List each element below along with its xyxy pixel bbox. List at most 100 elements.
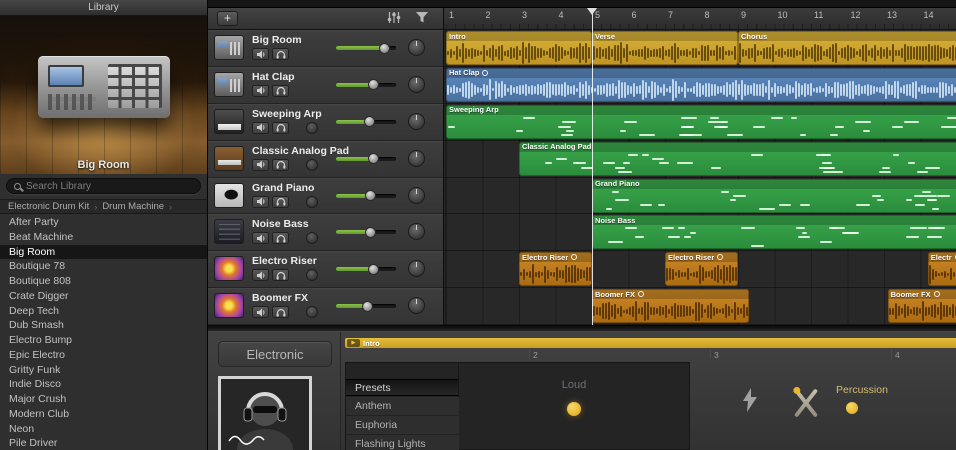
mute-button[interactable] xyxy=(252,195,269,208)
library-item[interactable]: Major Crush xyxy=(0,392,207,407)
ruler[interactable]: 1 2 3 4 5 6 7 8 9 10 11 12 13 14 xyxy=(444,8,956,30)
breadcrumb-segment[interactable]: Drum Machine xyxy=(102,201,164,212)
mute-button[interactable] xyxy=(252,232,269,245)
pan-knob[interactable] xyxy=(408,297,425,315)
mute-button[interactable] xyxy=(252,158,269,171)
library-item[interactable]: Boutique 78 xyxy=(0,259,207,274)
track-header[interactable]: Electro Riser xyxy=(208,251,443,289)
library-item[interactable]: Epic Electro xyxy=(0,348,207,363)
volume-slider-knob[interactable] xyxy=(361,300,373,312)
patch-category-button[interactable]: Electronic xyxy=(218,341,332,367)
library-item[interactable]: Big Room xyxy=(0,244,207,260)
volume-slider[interactable] xyxy=(336,116,396,128)
library-item[interactable]: Indie Disco xyxy=(0,377,207,392)
mute-button[interactable] xyxy=(252,48,269,60)
pan-knob[interactable] xyxy=(408,75,425,93)
region[interactable]: Intro xyxy=(446,31,592,65)
solo-button[interactable] xyxy=(272,306,289,319)
arrange-area[interactable]: Intro Verse Chorus Hat Clap Sweeping Arp… xyxy=(443,0,956,325)
input-monitor-button[interactable] xyxy=(306,269,318,282)
drumsticks-icon[interactable] xyxy=(788,386,824,420)
panel-resize-divider[interactable] xyxy=(208,325,956,332)
xy-pad-handle[interactable] xyxy=(567,402,581,416)
solo-button[interactable] xyxy=(272,232,289,245)
solo-button[interactable] xyxy=(272,48,289,60)
library-item[interactable]: Deep Tech xyxy=(0,304,207,319)
preset-item[interactable]: Anthem xyxy=(346,397,459,416)
volume-slider[interactable] xyxy=(336,263,396,275)
xy-pad[interactable]: Loud xyxy=(459,363,689,449)
library-item[interactable]: After Party xyxy=(0,215,207,230)
mixer-icon[interactable] xyxy=(384,11,404,26)
region[interactable]: Verse xyxy=(592,31,738,65)
editor-region-bar[interactable]: ▶ Intro xyxy=(345,338,956,348)
region[interactable]: Sweeping Arp xyxy=(446,104,956,139)
volume-slider-knob[interactable] xyxy=(367,263,379,275)
mute-button[interactable] xyxy=(252,84,269,97)
pan-knob[interactable] xyxy=(408,223,425,241)
library-item[interactable]: Dub Smash xyxy=(0,318,207,333)
volume-slider[interactable] xyxy=(336,79,396,91)
region[interactable]: Boomer FX xyxy=(887,289,956,324)
pan-knob[interactable] xyxy=(408,186,425,204)
region[interactable]: Electro Riser xyxy=(665,252,738,287)
preset-item[interactable]: Flashing Lights xyxy=(346,435,459,450)
filter-icon[interactable] xyxy=(412,11,432,26)
volume-slider[interactable] xyxy=(336,42,396,54)
lightning-icon[interactable] xyxy=(742,388,758,417)
library-item[interactable]: Beat Machine xyxy=(0,230,207,245)
solo-button[interactable] xyxy=(272,121,289,134)
track-header[interactable]: Classic Analog Pad xyxy=(208,140,443,178)
input-monitor-button[interactable] xyxy=(306,306,318,319)
percussion-knob[interactable] xyxy=(846,402,858,414)
library-item[interactable]: Gritty Funk xyxy=(0,363,207,378)
track-header[interactable]: Grand Piano xyxy=(208,177,443,215)
volume-slider-knob[interactable] xyxy=(363,116,375,128)
library-item[interactable]: Modern Club xyxy=(0,407,207,422)
pan-knob[interactable] xyxy=(408,260,425,278)
volume-slider-knob[interactable] xyxy=(365,226,377,238)
solo-button[interactable] xyxy=(272,269,289,282)
search-input[interactable]: Search Library xyxy=(6,178,201,194)
volume-slider-knob[interactable] xyxy=(367,153,379,165)
mute-button[interactable] xyxy=(252,121,269,134)
region[interactable]: Classic Analog Pad xyxy=(519,141,956,176)
pan-knob[interactable] xyxy=(408,149,425,167)
breadcrumb-segment[interactable]: Electronic Drum Kit xyxy=(8,201,89,212)
volume-slider[interactable] xyxy=(336,300,396,312)
add-track-button[interactable]: + xyxy=(217,11,238,26)
region[interactable]: Grand Piano xyxy=(592,178,956,213)
region[interactable]: Chorus xyxy=(738,31,956,65)
input-monitor-button[interactable] xyxy=(306,158,318,171)
volume-slider[interactable] xyxy=(336,226,396,238)
playhead[interactable] xyxy=(587,8,597,325)
volume-slider-knob[interactable] xyxy=(367,79,379,91)
region[interactable]: Electro Riser xyxy=(927,252,956,287)
input-monitor-button[interactable] xyxy=(306,121,318,134)
solo-button[interactable] xyxy=(272,158,289,171)
volume-slider[interactable] xyxy=(336,153,396,165)
pan-knob[interactable] xyxy=(408,39,425,56)
library-item[interactable]: Pile Driver xyxy=(0,436,207,450)
library-item[interactable]: Electro Bump xyxy=(0,333,207,348)
region[interactable]: Electro Riser xyxy=(519,252,592,287)
preset-item[interactable]: Euphoria xyxy=(346,416,459,435)
track-header[interactable]: Hat Clap xyxy=(208,66,443,104)
volume-slider[interactable] xyxy=(336,190,396,202)
track-header[interactable]: Big Room xyxy=(208,30,443,67)
track-header[interactable]: Sweeping Arp xyxy=(208,103,443,141)
input-monitor-button[interactable] xyxy=(306,195,318,208)
track-header[interactable]: Boomer FX xyxy=(208,288,443,325)
library-item[interactable]: Boutique 808 xyxy=(0,274,207,289)
solo-button[interactable] xyxy=(272,195,289,208)
track-header[interactable]: Noise Bass xyxy=(208,214,443,252)
solo-button[interactable] xyxy=(272,84,289,97)
region[interactable]: Boomer FX xyxy=(592,289,749,324)
library-item[interactable]: Neon xyxy=(0,422,207,437)
input-monitor-button[interactable] xyxy=(306,232,318,245)
volume-slider-knob[interactable] xyxy=(365,190,377,201)
volume-slider-knob[interactable] xyxy=(378,42,390,54)
region[interactable]: Noise Bass xyxy=(592,215,956,250)
library-item[interactable]: Crate Digger xyxy=(0,289,207,304)
mute-button[interactable] xyxy=(252,269,269,282)
